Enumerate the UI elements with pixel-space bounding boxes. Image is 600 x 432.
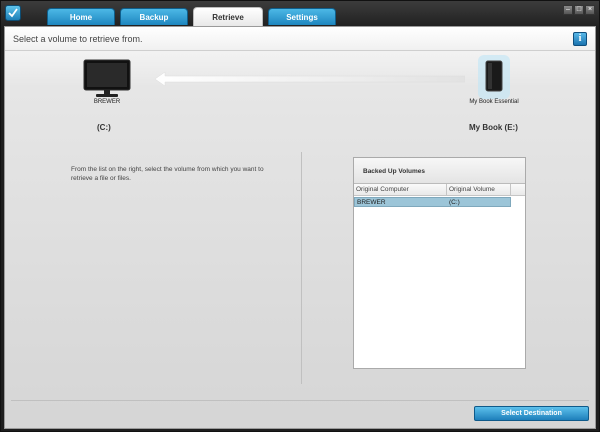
tab-backup[interactable]: Backup (120, 8, 188, 25)
row-volume: (C:) (449, 199, 460, 206)
destination-drive: My Book Essential (459, 99, 529, 105)
window-controls: – □ × (563, 5, 595, 15)
retrieve-panel: Select a volume to retrieve from. i BREW… (4, 26, 596, 429)
tab-home[interactable]: Home (47, 8, 115, 25)
minimize-button[interactable]: – (563, 5, 573, 15)
source-drive-letter: (C:) (97, 123, 111, 132)
app-logo-icon[interactable] (5, 5, 21, 21)
table-row[interactable]: BREWER (C:) (354, 197, 525, 207)
backed-up-volumes-box: Backed Up Volumes Original Computer Orig… (353, 157, 526, 369)
info-icon[interactable]: i (573, 32, 587, 46)
vertical-divider (301, 152, 302, 384)
left-arrow-icon (155, 72, 465, 86)
instructions-text: From the list on the right, select the v… (71, 166, 264, 182)
row-computer: BREWER (357, 199, 386, 206)
computer-monitor-icon (83, 59, 131, 97)
volumes-table-header: Original Computer Original Volume (354, 184, 525, 196)
header-text: Select a volume to retrieve from. (13, 34, 143, 44)
close-button[interactable]: × (585, 5, 595, 15)
column-original-volume[interactable]: Original Volume (447, 184, 511, 195)
volumes-title: Backed Up Volumes (354, 158, 525, 184)
tab-retrieve[interactable]: Retrieve (193, 7, 263, 26)
destination-drive-letter: My Book (E:) (469, 123, 518, 132)
maximize-button[interactable]: □ (574, 5, 584, 15)
footer-divider (11, 400, 589, 401)
tab-settings[interactable]: Settings (268, 8, 336, 25)
destination-drive-name: My Book Essential (469, 99, 519, 105)
select-destination-button[interactable]: Select Destination (474, 406, 589, 421)
source-computer-name: BREWER (93, 99, 121, 105)
source-computer: BREWER (75, 99, 139, 105)
external-drive-icon (478, 55, 510, 99)
app-window: Home Backup Retrieve Settings – □ × Sele… (0, 0, 600, 432)
column-original-computer[interactable]: Original Computer (354, 184, 447, 195)
header-bar: Select a volume to retrieve from. i (5, 27, 595, 51)
